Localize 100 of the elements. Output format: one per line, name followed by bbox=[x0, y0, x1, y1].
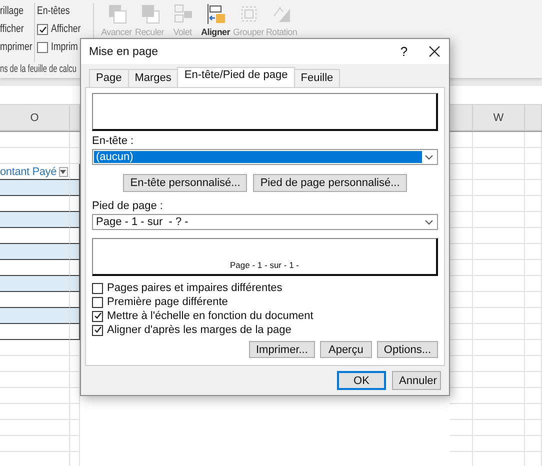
table-cell bbox=[0, 324, 70, 340]
action-button[interactable]: Aperçu bbox=[320, 341, 372, 358]
table-cell bbox=[70, 196, 80, 212]
grid-cell bbox=[473, 292, 525, 308]
custom-button[interactable]: Pied de page personnalisé... bbox=[253, 174, 407, 192]
grid-cell bbox=[450, 436, 473, 452]
grid-cell bbox=[525, 292, 542, 308]
dropdown[interactable]: (aucun) bbox=[92, 149, 438, 165]
checkbox-label: Imprim bbox=[51, 41, 78, 54]
grid-cell bbox=[473, 436, 525, 452]
ribbon-button[interactable]: Aligner bbox=[199, 0, 232, 37]
grid-cell bbox=[525, 372, 542, 388]
grid-cell bbox=[525, 228, 542, 244]
grid-cell bbox=[473, 148, 525, 164]
grid-cell bbox=[473, 324, 525, 340]
column-header[interactable]: W bbox=[473, 105, 525, 131]
table-cell bbox=[70, 212, 80, 228]
grid-cell bbox=[0, 404, 70, 420]
option-label: fficher bbox=[0, 23, 24, 36]
filter-dropdown-icon[interactable] bbox=[58, 166, 68, 176]
custom-button[interactable]: En-tête personnalisé... bbox=[123, 174, 248, 192]
grid-cell bbox=[525, 132, 542, 148]
grid-cell bbox=[0, 132, 70, 148]
grid-cell bbox=[70, 356, 80, 372]
dropdown-value: (aucun) bbox=[94, 151, 422, 163]
table-cell bbox=[0, 260, 70, 276]
grid-cell bbox=[70, 372, 80, 388]
grid-cell bbox=[450, 228, 473, 244]
grid-cell bbox=[450, 212, 473, 228]
option-label: mprimer bbox=[0, 41, 32, 54]
table-cell bbox=[0, 276, 70, 292]
grid-cell bbox=[450, 148, 473, 164]
grid-cell bbox=[473, 276, 525, 292]
grid-cell bbox=[70, 148, 80, 164]
help-button[interactable]: ? bbox=[389, 44, 419, 59]
chevron-icon bbox=[425, 154, 433, 160]
grid-cell bbox=[450, 420, 473, 436]
dialog-button[interactable]: OK bbox=[337, 371, 386, 390]
grid-cell bbox=[473, 132, 525, 148]
grid-cell bbox=[525, 324, 542, 340]
grid-cell bbox=[450, 308, 473, 324]
grid-cell bbox=[473, 372, 525, 388]
table-cell bbox=[70, 180, 80, 196]
table-cell bbox=[70, 228, 80, 244]
table-cell bbox=[0, 196, 70, 212]
dialog-button[interactable]: Annuler bbox=[392, 371, 441, 390]
grid-cell bbox=[525, 180, 542, 196]
grid-cell bbox=[450, 276, 473, 292]
table-cell bbox=[0, 180, 70, 196]
dropdown[interactable]: Page - 1 - sur - ? - bbox=[92, 214, 438, 230]
grid-cell bbox=[525, 244, 542, 260]
tab[interactable]: En-tête/Pied de page bbox=[177, 67, 295, 87]
grid-cell bbox=[450, 196, 473, 212]
table-cell bbox=[70, 308, 80, 324]
checkbox[interactable] bbox=[92, 310, 103, 322]
grid-cell bbox=[473, 212, 525, 228]
grid-cell bbox=[525, 196, 542, 212]
grid-cell bbox=[525, 420, 542, 436]
grid-cell bbox=[525, 276, 542, 292]
grid-cell bbox=[473, 308, 525, 324]
grid-cell bbox=[0, 436, 70, 452]
grid-cell bbox=[525, 260, 542, 276]
grid-cell bbox=[525, 308, 542, 324]
column-header[interactable]: O bbox=[0, 105, 70, 131]
table-cell bbox=[0, 292, 70, 308]
checkbox[interactable] bbox=[92, 324, 103, 336]
grid-cell bbox=[0, 340, 70, 356]
checkbox-label: Pages paires et impaires différentes bbox=[107, 282, 282, 294]
checkbox[interactable] bbox=[37, 24, 48, 35]
grid-cell bbox=[525, 164, 542, 180]
grid-cell bbox=[450, 340, 473, 356]
grid-cell bbox=[525, 436, 542, 452]
table-cell bbox=[0, 228, 70, 244]
checkbox-label: Afficher bbox=[51, 23, 81, 36]
table-cell bbox=[70, 164, 80, 180]
tab[interactable]: Feuille bbox=[294, 69, 340, 87]
dialog-title: Mise en page bbox=[89, 46, 160, 58]
grid-cell bbox=[70, 420, 80, 436]
tab[interactable]: Page bbox=[89, 69, 129, 87]
grid-cell bbox=[450, 404, 473, 420]
preview-text: Page - 1 - sur - 1 - bbox=[230, 260, 299, 270]
action-button[interactable]: Imprimer... bbox=[248, 341, 315, 358]
grid-cell bbox=[473, 180, 525, 196]
grid-cell bbox=[70, 340, 80, 356]
checkbox[interactable] bbox=[92, 296, 103, 308]
grid-cell bbox=[450, 164, 473, 180]
grid-cell bbox=[473, 244, 525, 260]
checkbox[interactable] bbox=[92, 282, 103, 294]
table-header-cell: ontant Payé bbox=[0, 164, 70, 180]
action-button[interactable]: Options... bbox=[376, 341, 438, 358]
table-cell bbox=[0, 308, 70, 324]
grid-cell bbox=[525, 404, 542, 420]
table-cell bbox=[0, 212, 70, 228]
grid-cell bbox=[0, 372, 70, 388]
group-title: rillage bbox=[0, 5, 24, 18]
align-icon bbox=[204, 3, 226, 25]
checkbox-label: Première page différente bbox=[107, 296, 228, 308]
table-cell bbox=[70, 276, 80, 292]
checkbox[interactable] bbox=[37, 42, 48, 53]
grid-cell bbox=[0, 148, 70, 164]
